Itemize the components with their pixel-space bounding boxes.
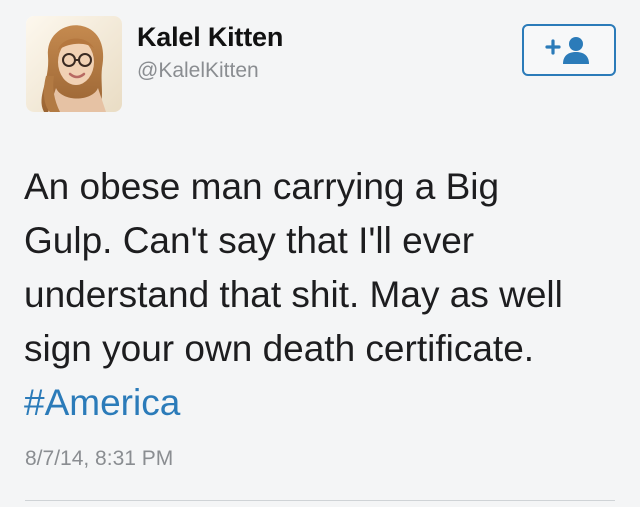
avatar-photo <box>26 16 122 112</box>
tweet-timestamp[interactable]: 8/7/14, 8:31 PM <box>25 447 173 471</box>
author-display-name[interactable]: Kalel Kitten <box>137 22 283 53</box>
tweet-card: Kalel Kitten @KalelKitten An obese man c… <box>0 0 640 507</box>
add-user-icon <box>545 37 589 64</box>
tweet-text: An obese man carrying a Big Gulp. Can't … <box>24 160 624 430</box>
tweet-text-line: understand that shit. May as well <box>24 274 563 315</box>
tweet-text-line: Gulp. Can't say that I'll ever <box>24 220 475 261</box>
divider <box>25 500 615 501</box>
author-handle[interactable]: @KalelKitten <box>137 59 259 83</box>
tweet-text-line: An obese man carrying a Big <box>24 166 500 207</box>
hashtag-link[interactable]: #America <box>24 376 624 430</box>
follow-button[interactable] <box>522 24 616 76</box>
tweet-text-line: sign your own death certificate. <box>24 328 535 369</box>
author-avatar[interactable] <box>26 16 122 112</box>
